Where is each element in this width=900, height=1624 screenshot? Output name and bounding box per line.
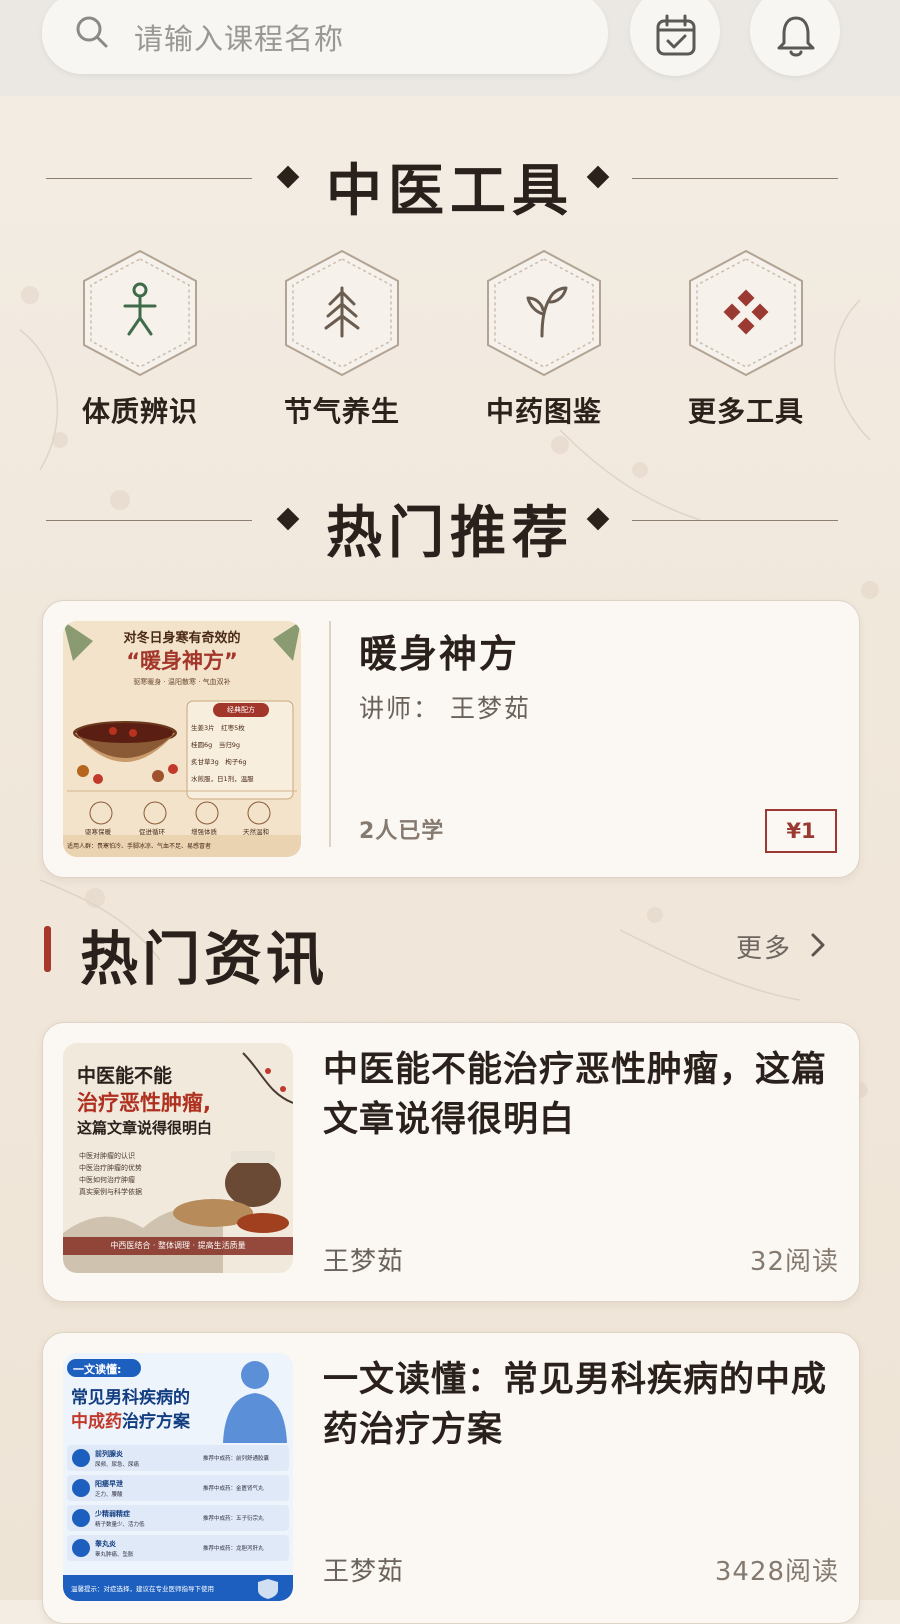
thumb-row-desc: 睾丸肿痛、坠胀 — [95, 1552, 134, 1558]
accent-bar — [44, 926, 51, 972]
thumb-row-drug: 推荐中成药：五子衍宗丸 — [203, 1516, 264, 1522]
news-section-header: 热门资讯 更多 — [0, 908, 900, 993]
thumb-row-name: 阳痿早泄 — [95, 1480, 123, 1488]
course-learners: 2人已学 — [359, 819, 445, 844]
thumb-icon-label: 增强体质 — [191, 828, 217, 836]
recommend-section-header: 热门推荐 — [0, 480, 900, 566]
tool-solar-terms[interactable]: 节气养生 — [282, 248, 402, 428]
section-title: 中医工具 — [326, 159, 574, 224]
hexagon-frame — [689, 249, 803, 377]
thumb-bullet: 中医治疗肿瘤的优势 — [79, 1164, 142, 1172]
thumb-row-desc: 精子数量少、活力低 — [95, 1522, 145, 1528]
thumb-footer: 温馨提示：对症选择，建议在专业医师指导下使用 — [71, 1585, 214, 1593]
thumb-line: 常见男科疾病的 — [71, 1388, 190, 1408]
thumb-headline: “暖身神方” — [126, 649, 238, 673]
thumb-bullet: 中医对肿瘤的认识 — [79, 1152, 135, 1160]
article-title: 一文读懂：常见男科疾病的中成药治疗方案 — [323, 1360, 828, 1450]
search-bar[interactable]: 请输入课程名称 — [42, 0, 608, 74]
article-thumbnail: 一文读懂: 常见男科疾病的 中成药治疗方案 前列腺炎 尿频、尿急、尿痛 推荐中成… — [63, 1353, 293, 1601]
search-input[interactable]: 请输入课程名称 — [134, 16, 344, 58]
hexagon-frame — [83, 249, 197, 377]
thumb-footer: 中西医结合 · 整体调理 · 提高生活质量 — [110, 1241, 246, 1250]
thumb-box-line: 炙甘草3g 枸子6g — [191, 758, 247, 766]
tool-label: 节气养生 — [283, 395, 400, 428]
tool-label: 中药图鉴 — [485, 395, 602, 428]
calendar-icon — [656, 14, 696, 56]
thumb-row-drug: 推荐中成药：金匮肾气丸 — [203, 1486, 264, 1492]
tool-label: 更多工具 — [687, 395, 804, 428]
thumb-icon-label: 驱寒保暖 — [85, 828, 111, 836]
hexagon-frame — [285, 249, 399, 377]
thumb-bullet: 真实案例与科学依据 — [79, 1188, 142, 1196]
article-author: 王梦茹 — [323, 1557, 405, 1587]
title-divider — [632, 520, 838, 521]
course-thumbnail: 对冬日身寒有奇效的 “暖身神方” 驱寒暖身 · 温阳散寒 · 气血双补 经典配方… — [63, 621, 301, 857]
article-reads: 3428阅读 — [714, 1557, 839, 1587]
thumb-line-red: 中成药 — [71, 1412, 122, 1432]
thumb-tag: 一文读懂: — [73, 1363, 122, 1376]
course-card[interactable]: 对冬日身寒有奇效的 “暖身神方” 驱寒暖身 · 温阳散寒 · 气血双补 经典配方… — [42, 600, 860, 878]
thumb-line: 这篇文章说得很明白 — [77, 1119, 213, 1137]
more-link[interactable]: 更多 — [736, 928, 792, 965]
thumb-footer: 适用人群：畏寒怕冷、手脚冰凉、气血不足、易感冒者 — [67, 843, 212, 850]
tool-more[interactable]: 更多工具 — [686, 248, 806, 428]
thumb-line-red: 治疗恶性肿瘤, — [77, 1091, 211, 1115]
article-author: 王梦茹 — [323, 1247, 405, 1277]
thumb-icon-label: 天然温和 — [243, 828, 269, 836]
thumb-icon-label: 促进循环 — [139, 828, 165, 836]
calendar-button[interactable] — [630, 0, 720, 76]
thumb-box-line: 水煎服，日1剂，温服 — [191, 775, 254, 783]
thumb-row-name: 睾丸炎 — [95, 1540, 116, 1548]
chevron-right-icon[interactable] — [808, 930, 828, 960]
thumb-bullet: 中医如何治疗肿瘤 — [79, 1176, 135, 1184]
thumb-line: 中医能不能 — [77, 1065, 173, 1087]
thumb-sub: 驱寒暖身 · 温阳散寒 · 气血双补 — [133, 678, 231, 686]
notification-button[interactable] — [750, 0, 840, 76]
thumb-box-title: 经典配方 — [227, 706, 255, 714]
thumb-row-name: 少精弱精症 — [95, 1510, 130, 1518]
price-tag: ¥1 — [765, 809, 837, 853]
title-divider — [632, 178, 838, 179]
tool-herbs[interactable]: 中药图鉴 — [484, 248, 604, 428]
top-bar: 请输入课程名称 — [0, 0, 900, 96]
section-title: 热门资讯 — [80, 925, 329, 993]
bell-icon — [777, 16, 815, 57]
section-title: 热门推荐 — [326, 501, 574, 566]
article-reads: 32阅读 — [749, 1247, 839, 1277]
thumb-box-line: 生姜3片 红枣5枚 — [191, 724, 245, 732]
thumb-row-name: 前列腺炎 — [95, 1450, 123, 1458]
tool-constitution[interactable]: 体质辨识 — [80, 248, 200, 428]
article-title: 中医能不能治疗恶性肿瘤，这篇文章说得很明白 — [323, 1050, 828, 1140]
thumb-box-line: 桂圆6g 当归9g — [191, 741, 241, 749]
search-icon — [72, 12, 112, 56]
tools-section-header: 中医工具 — [0, 138, 900, 224]
thumb-line2: 中成药治疗方案 — [71, 1407, 190, 1432]
thumb-row-desc: 尿频、尿急、尿痛 — [95, 1462, 140, 1468]
course-teacher: 讲师： 王梦茹 — [359, 694, 531, 723]
card-divider — [329, 621, 331, 847]
thumb-row-desc: 乏力、腰酸 — [95, 1492, 123, 1498]
thumb-line: 对冬日身寒有奇效的 — [123, 631, 241, 646]
article-card[interactable]: 中医能不能 治疗恶性肿瘤, 这篇文章说得很明白 中医对肿瘤的认识 中医治疗肿瘤的… — [42, 1022, 860, 1302]
thumb-line-rest: 治疗方案 — [122, 1412, 190, 1432]
thumb-row-drug: 推荐中成药：前列舒通胶囊 — [203, 1456, 270, 1462]
course-title: 暖身神方 — [359, 632, 520, 676]
tool-label: 体质辨识 — [81, 395, 198, 428]
article-thumbnail: 中医能不能 治疗恶性肿瘤, 这篇文章说得很明白 中医对肿瘤的认识 中医治疗肿瘤的… — [63, 1043, 293, 1273]
article-card[interactable]: 一文读懂: 常见男科疾病的 中成药治疗方案 前列腺炎 尿频、尿急、尿痛 推荐中成… — [42, 1332, 860, 1624]
thumb-row-drug: 推荐中成药：龙胆泻肝丸 — [203, 1546, 264, 1552]
hexagon-frame — [487, 249, 601, 377]
